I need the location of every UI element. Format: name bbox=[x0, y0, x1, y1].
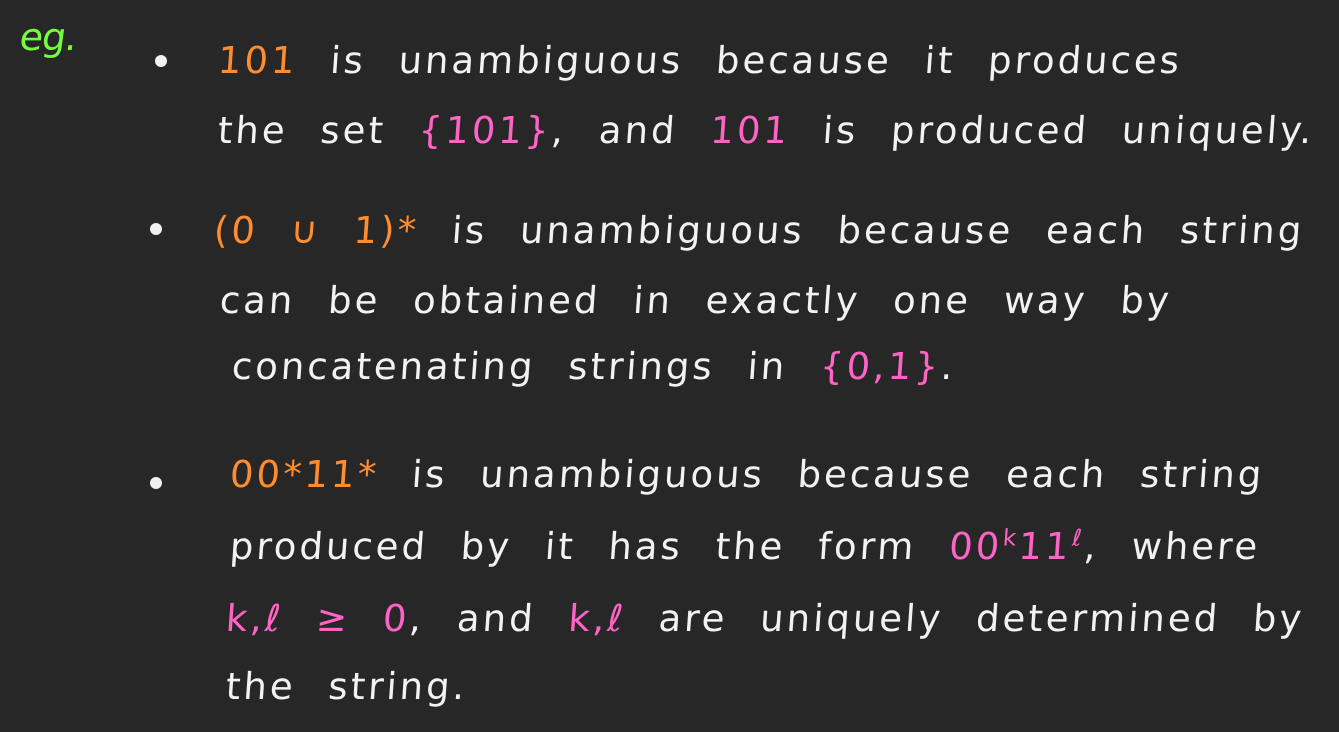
bullet-2-icon bbox=[150, 223, 162, 235]
bullet-3-line-4: the string. bbox=[224, 665, 469, 708]
text-segment: , where bbox=[1082, 525, 1262, 568]
bullet-2-line-3: concatenating strings in {0,1}. bbox=[230, 345, 958, 388]
text-segment: produced by it has the form bbox=[228, 525, 951, 568]
bullet-3-icon bbox=[150, 477, 162, 489]
set-zero-one: {0,1} bbox=[818, 345, 943, 388]
text-segment: concatenating strings in bbox=[230, 345, 822, 388]
text-segment: is unambiguous because each string bbox=[417, 209, 1306, 252]
text-segment: the set bbox=[216, 109, 421, 152]
string-101: 101 bbox=[708, 109, 792, 152]
text-segment: , and bbox=[408, 597, 570, 640]
example-label: eg. bbox=[16, 15, 80, 59]
text-segment: . bbox=[939, 345, 958, 388]
handwritten-note-page: eg. 101 is unambiguous because it produc… bbox=[0, 0, 1339, 732]
bullet-3-line-3: k,ℓ ≥ 0, and k,ℓ are uniquely determined… bbox=[224, 597, 1306, 640]
bullet-2-line-2: can be obtained in exactly one way by bbox=[218, 279, 1174, 322]
form-zero-zero: 00 bbox=[947, 525, 1004, 568]
bullet-1-line-2: the set {101}, and 101 is produced uniqu… bbox=[216, 109, 1316, 152]
superscript-k: k bbox=[1001, 525, 1021, 552]
text-segment: is produced uniquely. bbox=[788, 109, 1316, 152]
bullet-3-line-2: produced by it has the form 00k11ℓ, wher… bbox=[228, 525, 1262, 568]
bullet-1-line-1: 101 is unambiguous because it produces bbox=[216, 39, 1184, 82]
text-segment: , and bbox=[549, 109, 712, 152]
bullet-2-line-1: (0 ∪ 1)* is unambiguous because each str… bbox=[212, 209, 1306, 252]
text-segment: are uniquely determined by bbox=[624, 597, 1306, 640]
set-101: {101} bbox=[417, 109, 554, 152]
bullet-1-icon bbox=[155, 55, 167, 67]
form-one-one: 11 bbox=[1017, 525, 1074, 568]
condition-k-ell-nonnegative: k,ℓ ≥ 0 bbox=[224, 597, 412, 640]
text-segment: is unambiguous because each string bbox=[377, 453, 1266, 496]
expression-00star-11star: 00*11* bbox=[228, 453, 381, 496]
bullet-3-line-1: 00*11* is unambiguous because each strin… bbox=[228, 453, 1266, 496]
expression-101: 101 bbox=[216, 39, 300, 82]
variables-k-ell: k,ℓ bbox=[566, 597, 628, 640]
text-segment: the string. bbox=[224, 665, 469, 708]
expression-zero-union-one-star: (0 ∪ 1)* bbox=[212, 209, 421, 252]
text-segment: is unambiguous because it produces bbox=[296, 39, 1184, 82]
text-segment: can be obtained in exactly one way by bbox=[218, 279, 1174, 322]
